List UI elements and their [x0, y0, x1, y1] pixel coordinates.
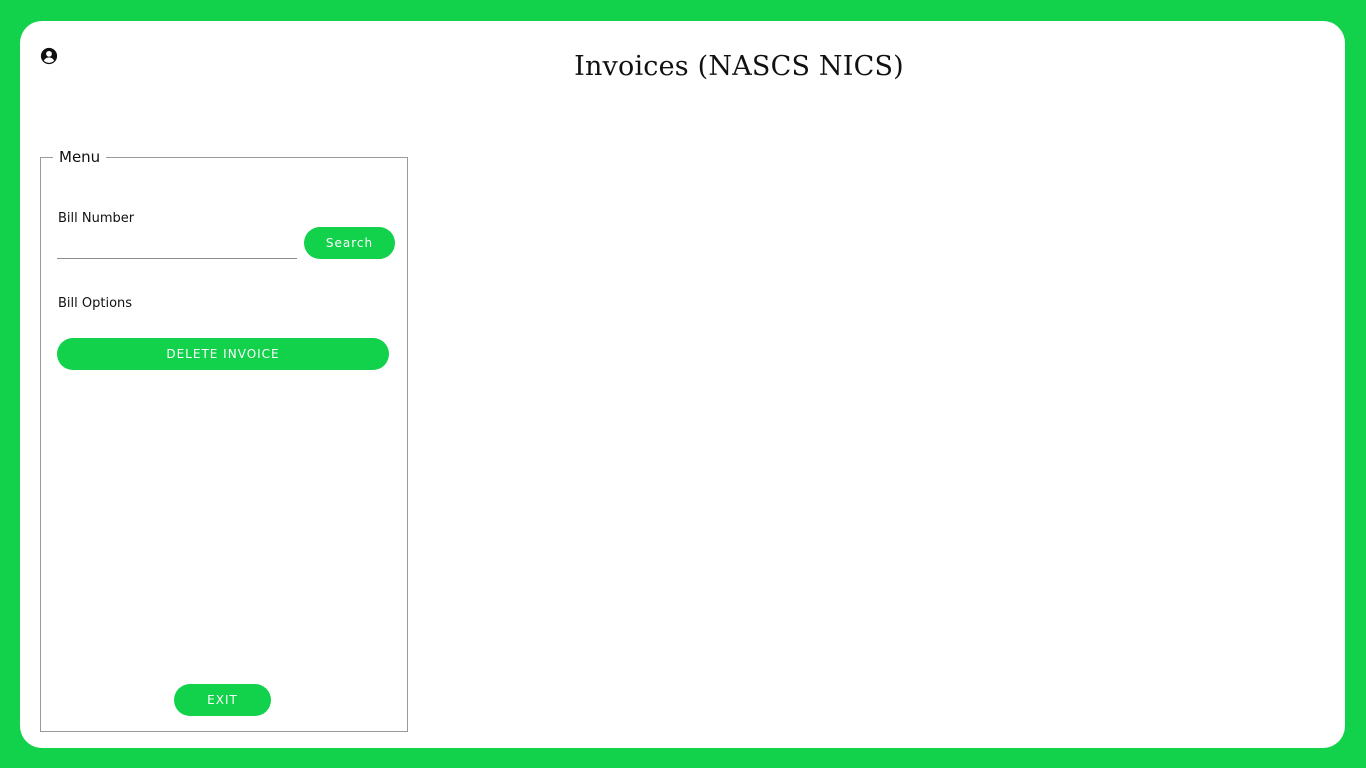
menu-legend: Menu	[59, 148, 101, 166]
delete-invoice-button[interactable]: DELETE INVOICE	[57, 338, 389, 370]
search-button[interactable]: Search	[304, 227, 395, 259]
bill-number-label: Bill Number	[58, 211, 135, 226]
page-title: Invoices (NASCS NICS)	[574, 51, 904, 82]
exit-button-label: EXIT	[207, 693, 238, 707]
bill-number-input[interactable]	[57, 233, 297, 259]
app-window: Invoices (NASCS NICS) Menu Bill Number S…	[20, 21, 1345, 748]
exit-button[interactable]: EXIT	[174, 684, 271, 716]
delete-invoice-button-label: DELETE INVOICE	[166, 347, 280, 361]
bill-options-label: Bill Options	[58, 296, 133, 311]
menu-panel: Menu Bill Number Search Bill Options DEL…	[40, 148, 408, 732]
search-button-label: Search	[325, 236, 374, 250]
